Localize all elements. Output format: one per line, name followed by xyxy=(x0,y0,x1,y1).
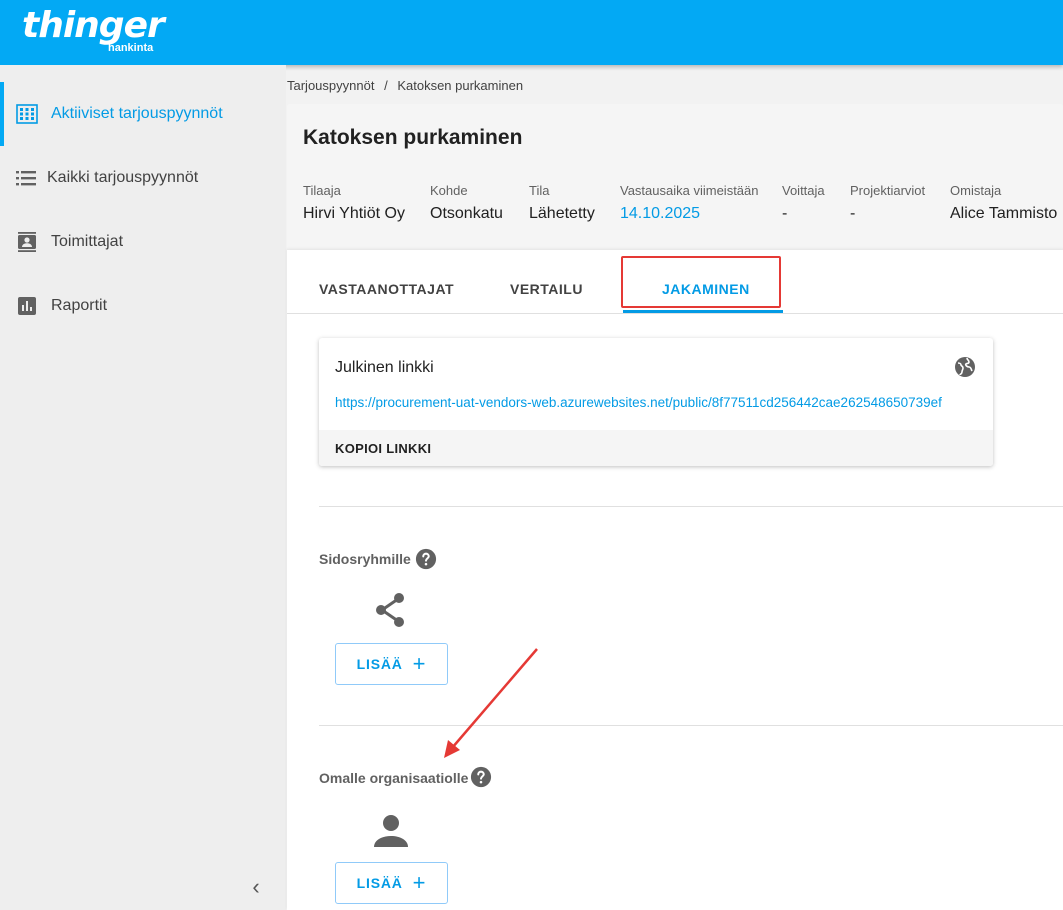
meta-value: Hirvi Yhtiöt Oy xyxy=(303,205,405,222)
sidebar-item-label: Aktiiviset tarjouspyynnöt xyxy=(51,105,223,122)
public-link-title: Julkinen linkki xyxy=(335,359,434,376)
meta-value: Lähetetty xyxy=(529,205,595,222)
meta-label: Projektiarviot xyxy=(850,183,926,198)
plus-icon: + xyxy=(412,870,427,895)
meta-label: Vastausaika viimeistään xyxy=(620,183,759,198)
active-tab-indicator xyxy=(623,310,783,313)
meta-value: Otsonkatu xyxy=(430,205,503,222)
sidebar-item-active-requests[interactable]: Aktiiviset tarjouspyynnöt xyxy=(0,82,286,146)
contact-card-icon xyxy=(18,232,36,252)
add-stakeholder-button[interactable]: LISÄÄ + xyxy=(335,643,448,685)
grid-view-icon xyxy=(16,104,38,124)
sidebar-item-label: Raportit xyxy=(51,297,108,314)
sidebar: Aktiiviset tarjouspyynnöt Kaikki tarjous… xyxy=(0,65,286,910)
public-link-card: Julkinen linkki https://procurement-uat-… xyxy=(319,338,993,466)
meta-winner: Voittaja - xyxy=(782,183,825,223)
add-button-label: LISÄÄ xyxy=(356,875,403,891)
sidebar-item-reports[interactable]: Raportit xyxy=(0,274,286,338)
divider xyxy=(319,506,1063,507)
public-link-actions: KOPIOI LINKKI xyxy=(319,430,993,466)
tab-bar: VASTAANOTTAJAT VERTAILU JAKAMINEN xyxy=(287,250,1063,314)
help-icon[interactable] xyxy=(470,766,492,788)
meta-status: Tila Lähetetty xyxy=(529,183,595,223)
logo-text: thinger xyxy=(22,5,165,46)
meta-value: Alice Tammisto xyxy=(950,205,1058,222)
sidebar-item-all-requests[interactable]: Kaikki tarjouspyynnöt xyxy=(0,146,286,210)
content-card: VASTAANOTTAJAT VERTAILU JAKAMINEN Julkin… xyxy=(287,250,1063,910)
add-organization-member-button[interactable]: LISÄÄ + xyxy=(335,862,448,904)
meta-label: Voittaja xyxy=(782,183,825,198)
thinger-logo[interactable]: thinger hankinta xyxy=(22,5,165,55)
sidebar-item-label: Kaikki tarjouspyynnöt xyxy=(47,169,199,186)
bar-chart-icon xyxy=(18,297,36,315)
section-title-own-organization: Omalle organisaatiolle xyxy=(319,770,469,786)
meta-label: Kohde xyxy=(430,183,468,198)
top-app-bar: thinger hankinta xyxy=(0,0,1063,65)
breadcrumb-current: Katoksen purkaminen xyxy=(397,78,524,93)
globe-icon xyxy=(955,357,975,377)
person-icon xyxy=(374,815,408,847)
meta-label: Omistaja xyxy=(950,183,1002,198)
meta-label: Tilaaja xyxy=(303,183,341,198)
breadcrumb-separator: / xyxy=(384,78,388,93)
sidebar-item-suppliers[interactable]: Toimittajat xyxy=(0,210,286,274)
breadcrumb-root[interactable]: Tarjouspyynnöt xyxy=(287,78,374,93)
tab-recipients[interactable]: VASTAANOTTAJAT xyxy=(319,281,454,297)
breadcrumb: Tarjouspyynnöt / Katoksen purkaminen xyxy=(287,78,529,93)
add-button-label: LISÄÄ xyxy=(356,656,403,672)
annotation-highlight-box xyxy=(621,256,781,308)
sidebar-item-label: Toimittajat xyxy=(51,233,124,250)
list-icon xyxy=(16,171,36,186)
meta-label: Tila xyxy=(529,183,550,198)
chevron-left-icon[interactable]: ‹ xyxy=(244,875,268,899)
public-link-url[interactable]: https://procurement-uat-vendors-web.azur… xyxy=(335,395,942,410)
logo-subtext: hankinta xyxy=(108,42,154,54)
share-icon xyxy=(376,593,404,627)
section-title-stakeholders: Sidosryhmille xyxy=(319,551,411,567)
help-icon[interactable] xyxy=(415,548,437,570)
divider xyxy=(319,725,1063,726)
meta-project-estimates: Projektiarviot - xyxy=(850,183,925,223)
plus-icon: + xyxy=(412,651,427,676)
deadline-link[interactable]: 14.10.2025 xyxy=(620,205,759,223)
copy-link-button[interactable]: KOPIOI LINKKI xyxy=(335,441,431,456)
meta-site: Kohde Otsonkatu xyxy=(430,183,503,223)
meta-deadline: Vastausaika viimeistään 14.10.2025 xyxy=(620,183,759,223)
meta-orderer: Tilaaja Hirvi Yhtiöt Oy xyxy=(303,183,405,223)
meta-value: - xyxy=(782,205,788,222)
meta-owner: Omistaja Alice Tammisto xyxy=(950,183,1057,223)
page-title: Katoksen purkaminen xyxy=(303,126,523,149)
tab-comparison[interactable]: VERTAILU xyxy=(510,281,583,297)
meta-value: - xyxy=(850,205,856,222)
request-header: Katoksen purkaminen Tilaaja Hirvi Yhtiöt… xyxy=(287,104,1063,250)
